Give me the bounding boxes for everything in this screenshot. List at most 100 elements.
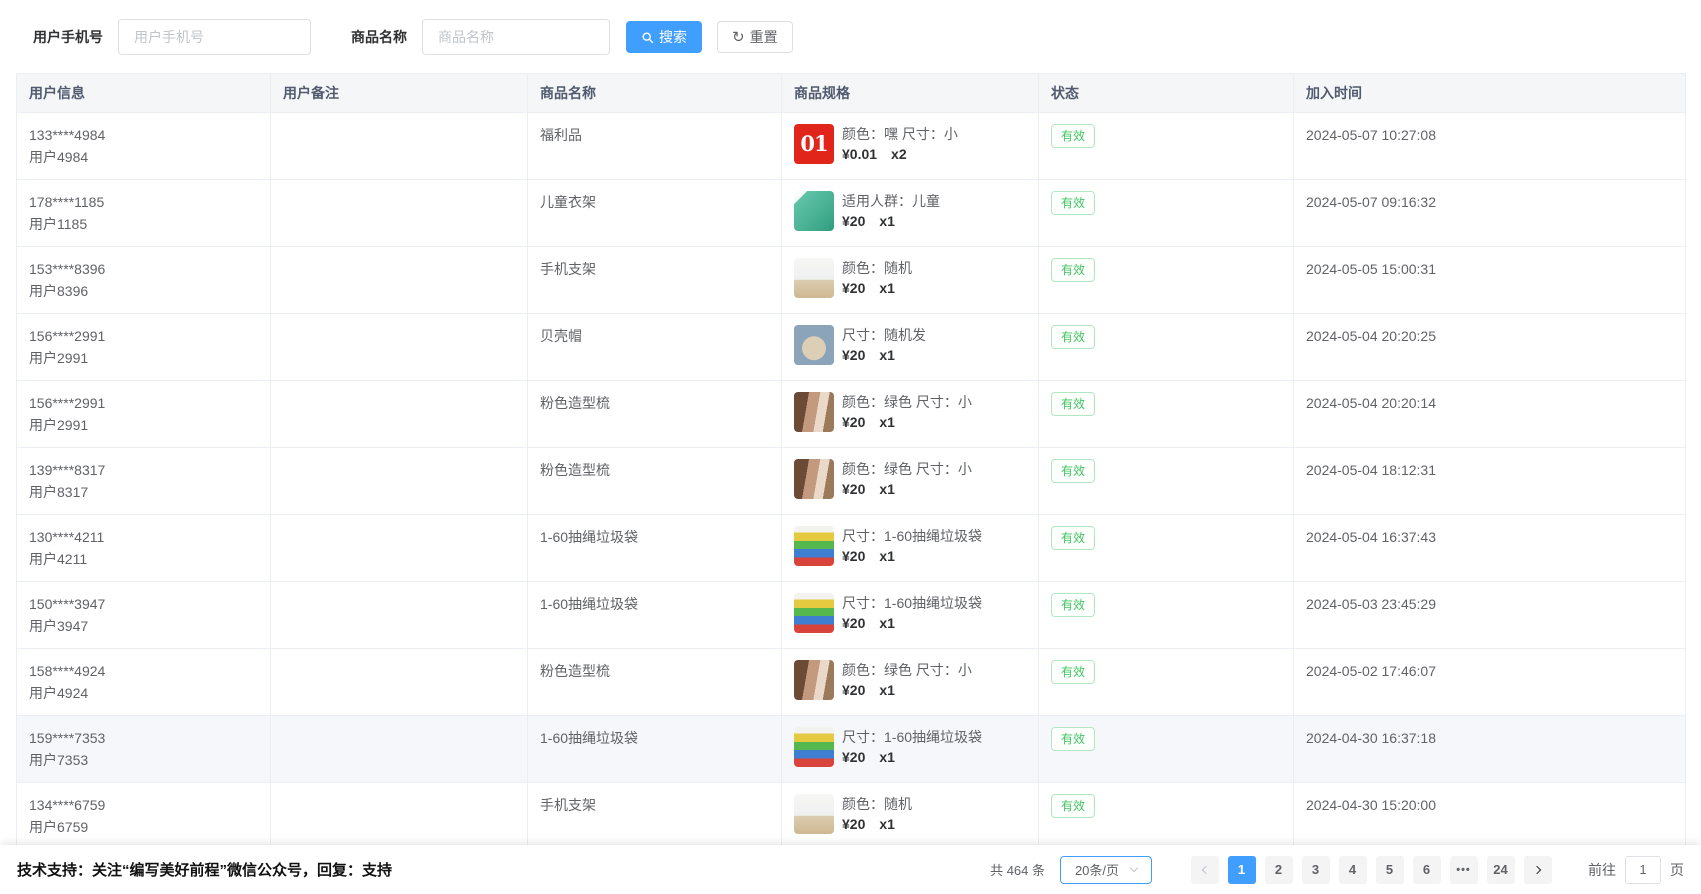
join-time: 2024-05-07 09:16:32	[1306, 194, 1436, 210]
user-phone: 134****6759	[29, 794, 258, 816]
more-pages-button[interactable]: •••	[1450, 856, 1478, 884]
status-badge: 有效	[1051, 593, 1095, 617]
user-nickname: 用户6759	[29, 816, 258, 838]
product-thumbnail	[794, 191, 834, 231]
status-badge: 有效	[1051, 526, 1095, 550]
price: ¥20	[842, 212, 865, 230]
status-badge: 有效	[1051, 392, 1095, 416]
status-badge: 有效	[1051, 660, 1095, 684]
quantity: x1	[879, 547, 895, 565]
reset-button[interactable]: ↻ 重置	[717, 21, 793, 53]
user-phone: 130****4211	[29, 526, 258, 548]
next-page-button[interactable]	[1524, 856, 1552, 884]
col-join-time: 加入时间	[1294, 74, 1686, 113]
search-button[interactable]: 搜索	[626, 21, 702, 53]
product-thumbnail	[794, 526, 834, 566]
join-time: 2024-04-30 15:20:00	[1306, 797, 1436, 813]
phone-input[interactable]	[118, 19, 311, 55]
user-nickname: 用户4924	[29, 682, 258, 704]
jump-page-input[interactable]	[1625, 856, 1661, 884]
price: ¥20	[842, 279, 865, 297]
price: ¥20	[842, 346, 865, 364]
product-name: 贝壳帽	[540, 328, 582, 344]
prev-page-button[interactable]	[1191, 856, 1219, 884]
page-button-1[interactable]: 1	[1228, 856, 1256, 884]
page-button-24[interactable]: 24	[1487, 856, 1515, 884]
product-name-input[interactable]	[422, 19, 610, 55]
product-name: 粉色造型梳	[540, 663, 610, 679]
table-row: 159****7353 用户7353 1-60抽绳垃圾袋 尺寸：1-60抽绳垃圾…	[17, 716, 1686, 783]
product-thumbnail	[794, 593, 834, 633]
quantity: x1	[879, 815, 895, 833]
page-button-4[interactable]: 4	[1339, 856, 1367, 884]
table-row: 156****2991 用户2991 贝壳帽 尺寸：随机发 ¥20 x1 有效 …	[17, 314, 1686, 381]
product-name: 1-60抽绳垃圾袋	[540, 529, 638, 545]
status-badge: 有效	[1051, 325, 1095, 349]
user-nickname: 用户8396	[29, 280, 258, 302]
quantity: x1	[879, 748, 895, 766]
quantity: x1	[879, 614, 895, 632]
jump-label: 前往	[1588, 860, 1616, 880]
jump-suffix: 页	[1670, 860, 1684, 880]
spec-attributes: 尺寸：1-60抽绳垃圾袋	[842, 728, 982, 746]
col-product-name: 商品名称	[528, 74, 782, 113]
product-label: 商品名称	[351, 27, 407, 47]
page-button-2[interactable]: 2	[1265, 856, 1293, 884]
table-header-row: 用户信息 用户备注 商品名称 商品规格 状态 加入时间	[17, 74, 1686, 113]
product-thumbnail	[794, 258, 834, 298]
product-name: 手机支架	[540, 797, 596, 813]
status-badge: 有效	[1051, 459, 1095, 483]
col-user-info: 用户信息	[17, 74, 271, 113]
chevron-left-icon	[1201, 865, 1209, 873]
product-thumbnail: 01	[794, 124, 834, 164]
quantity: x1	[879, 346, 895, 364]
spec-attributes: 颜色：绿色 尺寸：小	[842, 460, 972, 478]
price: ¥20	[842, 614, 865, 632]
page-button-6[interactable]: 6	[1413, 856, 1441, 884]
spec-attributes: 颜色：绿色 尺寸：小	[842, 393, 972, 411]
col-product-spec: 商品规格	[782, 74, 1039, 113]
user-phone: 133****4984	[29, 124, 258, 146]
page-button-3[interactable]: 3	[1302, 856, 1330, 884]
chevron-right-icon	[1532, 865, 1540, 873]
quantity: x1	[879, 681, 895, 699]
chevron-down-icon	[1130, 864, 1138, 872]
product-thumbnail	[794, 660, 834, 700]
pagination: 共 464 条 20条/页 1 2 3 4 5 6 ••• 24 前往 页	[990, 856, 1684, 884]
page-button-5[interactable]: 5	[1376, 856, 1404, 884]
join-time: 2024-05-04 16:37:43	[1306, 529, 1436, 545]
table-row: 130****4211 用户4211 1-60抽绳垃圾袋 尺寸：1-60抽绳垃圾…	[17, 515, 1686, 582]
user-nickname: 用户7353	[29, 749, 258, 771]
page-size-select[interactable]: 20条/页	[1060, 856, 1152, 884]
table-row: 150****3947 用户3947 1-60抽绳垃圾袋 尺寸：1-60抽绳垃圾…	[17, 582, 1686, 649]
join-time: 2024-04-30 16:37:18	[1306, 730, 1436, 746]
user-phone: 153****8396	[29, 258, 258, 280]
spec-attributes: 适用人群：儿童	[842, 192, 940, 210]
price: ¥20	[842, 748, 865, 766]
user-phone: 156****2991	[29, 392, 258, 414]
spec-attributes: 尺寸：1-60抽绳垃圾袋	[842, 527, 982, 545]
user-nickname: 用户8317	[29, 481, 258, 503]
user-nickname: 用户4211	[29, 548, 258, 570]
user-phone: 178****1185	[29, 191, 258, 213]
spec-attributes: 尺寸：随机发	[842, 326, 926, 344]
orders-table: 用户信息 用户备注 商品名称 商品规格 状态 加入时间 133****4984 …	[16, 73, 1685, 850]
product-name: 粉色造型梳	[540, 462, 610, 478]
user-phone: 159****7353	[29, 727, 258, 749]
price: ¥20	[842, 547, 865, 565]
table-row: 158****4924 用户4924 粉色造型梳 颜色：绿色 尺寸：小 ¥20 …	[17, 649, 1686, 716]
product-name: 手机支架	[540, 261, 596, 277]
table-row: 139****8317 用户8317 粉色造型梳 颜色：绿色 尺寸：小 ¥20 …	[17, 448, 1686, 515]
search-icon	[641, 31, 654, 44]
join-time: 2024-05-02 17:46:07	[1306, 663, 1436, 679]
status-badge: 有效	[1051, 794, 1095, 818]
search-form: 用户手机号 商品名称 搜索 ↻ 重置	[0, 0, 1701, 73]
user-phone: 158****4924	[29, 660, 258, 682]
product-name: 1-60抽绳垃圾袋	[540, 730, 638, 746]
total-count: 共 464 条	[990, 860, 1045, 879]
product-name: 儿童衣架	[540, 194, 596, 210]
product-thumbnail	[794, 392, 834, 432]
join-time: 2024-05-07 10:27:08	[1306, 127, 1436, 143]
product-thumbnail	[794, 459, 834, 499]
price: ¥20	[842, 681, 865, 699]
